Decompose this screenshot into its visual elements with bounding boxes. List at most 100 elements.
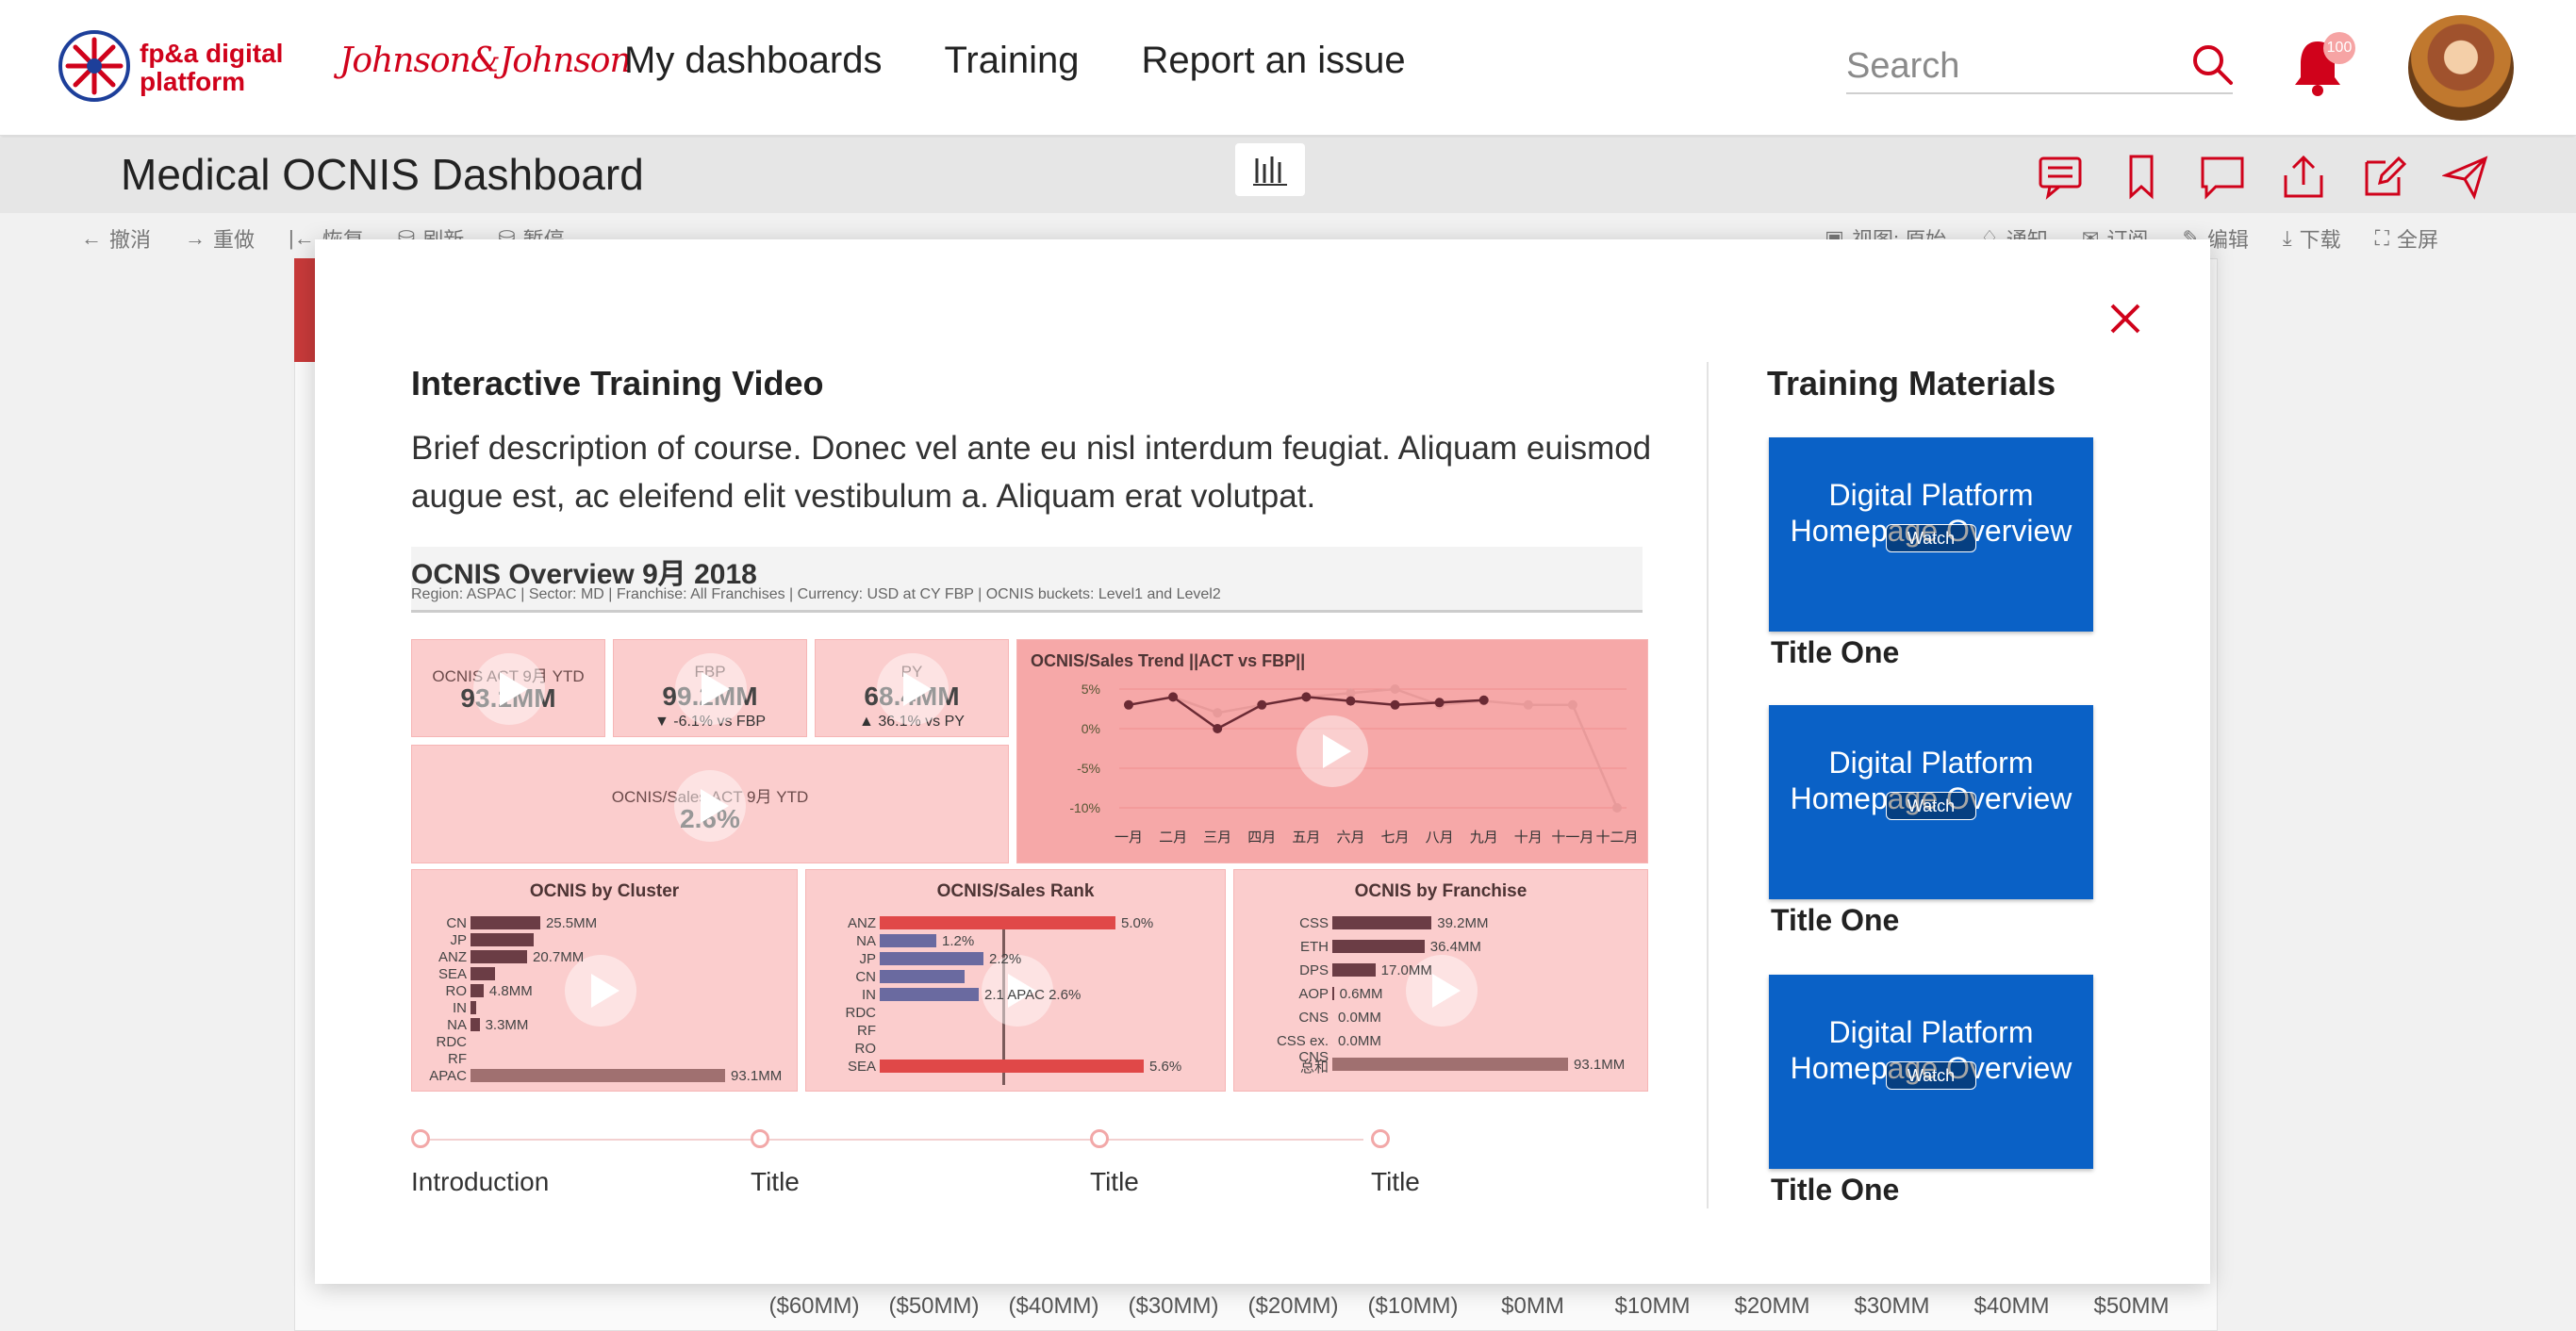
search-icon[interactable] [2189, 41, 2235, 87]
bar-category-label: NA [447, 1017, 467, 1033]
timeline-dot[interactable] [1371, 1129, 1390, 1148]
toolbar-download[interactable]: ⤓ 下载 [2283, 223, 2341, 254]
bar-category-label: ANZ [438, 949, 467, 965]
trend-y-tick-label: 0% [1082, 721, 1100, 736]
watch-button[interactable]: Watch [1886, 1061, 1976, 1090]
timeline-dot[interactable] [751, 1129, 769, 1148]
play-icon[interactable] [473, 653, 545, 725]
revert-icon: |← [289, 226, 315, 250]
toolbar-fullscreen[interactable]: ⛶ 全屏 [2375, 223, 2438, 254]
bar-row: SEA [412, 966, 797, 982]
trend-act-point [1213, 724, 1223, 733]
watch-button[interactable]: Watch [1886, 524, 1976, 552]
send-icon[interactable] [2442, 153, 2489, 200]
filter-toggle[interactable] [1235, 143, 1305, 196]
bar-category-label: IN [453, 1000, 467, 1016]
top-navbar: fp&a digital platform Johnson&Johnson My… [0, 0, 2576, 136]
bar-category-label: IN [862, 987, 876, 1003]
trend-act-point [1257, 699, 1267, 710]
kpi-ratio-tile: OCNIS/Sales ACT 9月 YTD 2.6% [411, 745, 1009, 863]
training-video[interactable]: OCNIS Overview 9月 2018 Region: ASPAC | S… [411, 547, 1652, 1095]
cluster-chart-title: OCNIS by Cluster [529, 881, 680, 901]
timeline-dot[interactable] [1090, 1129, 1109, 1148]
share-icon[interactable] [2280, 153, 2327, 200]
bar-category-label: CN [855, 969, 876, 985]
bar-value-label: 93.1MM [1574, 1057, 1626, 1073]
nav-report-issue[interactable]: Report an issue [1142, 40, 1406, 82]
trend-fbp-line [1128, 687, 1619, 809]
trend-act-point [1434, 698, 1445, 708]
bar-mark [1332, 916, 1432, 929]
bar-value-label: 36.4MM [1429, 939, 1481, 955]
bar-category-label: NA [856, 933, 876, 949]
edit-icon[interactable] [2361, 153, 2408, 200]
material-thumbnail[interactable]: Digital Platform Homepage Overview Watch [1769, 437, 2093, 632]
material-thumbnail[interactable]: Digital Platform Homepage Overview Watch [1769, 705, 2093, 899]
material-caption[interactable]: Title One [1771, 903, 1899, 938]
bookmark-icon[interactable] [2118, 153, 2165, 200]
rank-chart-title: OCNIS/Sales Rank [936, 881, 1095, 901]
bar-row: CSS ex. CNS 0.0MM [1234, 1033, 1647, 1065]
material-caption[interactable]: Title One [1771, 1173, 1899, 1208]
search-input[interactable] [1846, 41, 2186, 90]
comment-icon[interactable] [2199, 153, 2246, 200]
bar-value-label: 17.0MM [1380, 962, 1432, 978]
play-icon[interactable] [674, 770, 746, 842]
search-box [1846, 41, 2233, 94]
trend-x-tick-label: 一月 [1115, 830, 1143, 846]
bar-category-label: CNS [1298, 1010, 1329, 1026]
bar-row: RO [806, 1041, 1225, 1057]
bar-row: AOP 0.6MM [1234, 986, 1647, 1002]
trend-y-tick-label: -5% [1077, 761, 1100, 776]
bar-category-label: RO [445, 983, 468, 999]
bar-mark [1332, 1058, 1568, 1071]
trend-x-tick-label: 六月 [1336, 830, 1364, 846]
bar-category-label: 总和 [1299, 1060, 1329, 1076]
bar-row: JP [412, 932, 797, 948]
toolbar-undo[interactable]: ← 撤消 [81, 223, 151, 254]
download-icon: ⤓ [2282, 226, 2292, 250]
play-icon[interactable] [1296, 715, 1368, 787]
bar-mark [880, 934, 936, 947]
bar-value-label: 0.6MM [1339, 986, 1383, 1002]
kpi-py-tile: PY 68.4MM ▲ 36.1% vs PY [815, 639, 1009, 737]
franchise-chart-tile: OCNIS by Franchise CSS 39.2MM ETH 36.4MM DPS… [1233, 869, 1648, 1092]
franchise-chart-title: OCNIS by Franchise [1354, 881, 1527, 901]
bar-mark [880, 988, 979, 1001]
user-avatar[interactable] [2408, 15, 2514, 121]
watch-button[interactable]: Watch [1886, 792, 1976, 820]
nav-my-dashboards[interactable]: My dashboards [624, 40, 882, 82]
notification-badge: 100 [2323, 32, 2355, 64]
trend-x-tick-label: 五月 [1292, 830, 1320, 846]
bar-row: RDC [412, 1034, 797, 1050]
material-caption[interactable]: Title One [1771, 635, 1899, 670]
trend-fbp-point [1523, 699, 1533, 710]
bar-row: NA 3.3MM [412, 1017, 797, 1033]
play-icon[interactable] [675, 653, 747, 725]
dashboard-actions [2037, 153, 2489, 200]
kpi-fbp-tile: FBP 99.2MM ▼ -6.1% vs FBP [613, 639, 807, 737]
bar-category-label: RO [854, 1041, 877, 1057]
bar-category-label: CSS [1299, 915, 1329, 931]
trend-y-tick-label: -10% [1069, 800, 1100, 815]
bar-mark [880, 952, 983, 965]
brand-logo-icon[interactable] [57, 28, 132, 104]
material-thumbnail[interactable]: Digital Platform Homepage Overview Watch [1769, 975, 2093, 1169]
preview-header: OCNIS Overview 9月 2018 Region: ASPAC | S… [411, 547, 1643, 613]
timeline-dot[interactable] [411, 1129, 430, 1148]
trend-fbp-point [1213, 708, 1223, 718]
nav-training[interactable]: Training [944, 40, 1079, 82]
bar-row: CSS 39.2MM [1234, 915, 1647, 931]
comments-list-icon[interactable] [2037, 153, 2084, 200]
bar-category-label: RF [448, 1051, 467, 1067]
bar-mark [471, 933, 534, 946]
close-icon[interactable] [2095, 288, 2155, 349]
toolbar-redo[interactable]: → 重做 [185, 223, 255, 254]
trend-fbp-point [1390, 684, 1400, 694]
trend-act-point [1478, 695, 1489, 705]
partner-logo: Johnson&Johnson [339, 41, 632, 80]
bar-row: ETH 36.4MM [1234, 939, 1647, 955]
bar-value-label: 93.1MM [731, 1068, 783, 1084]
trend-x-tick-label: 十二月 [1595, 830, 1638, 846]
play-icon[interactable] [877, 653, 949, 725]
